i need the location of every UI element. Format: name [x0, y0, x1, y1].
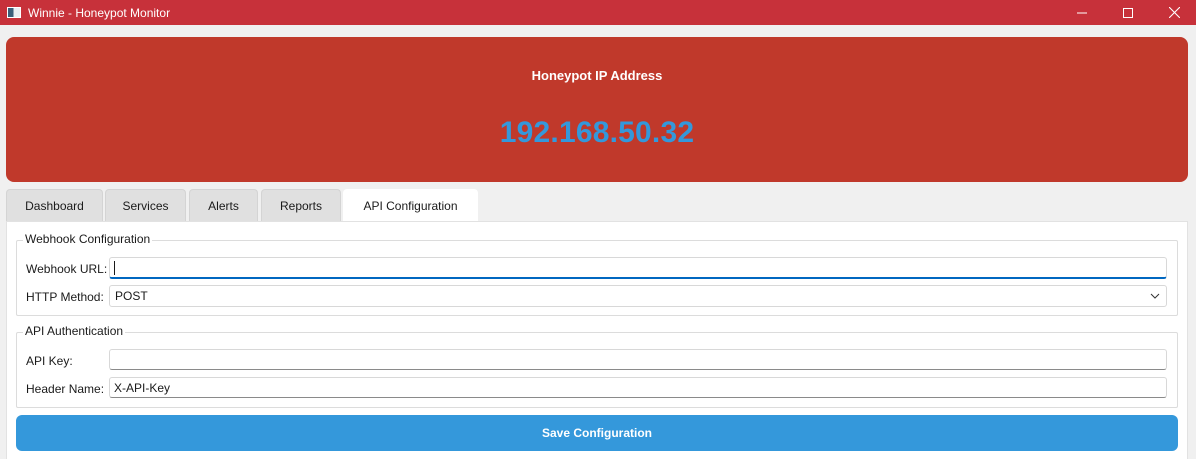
window-title: Winnie - Honeypot Monitor [28, 5, 171, 20]
tab-reports[interactable]: Reports [261, 189, 341, 221]
webhook-group-title: Webhook Configuration [23, 232, 153, 246]
maximize-icon [1123, 7, 1133, 18]
chevron-down-icon [1150, 293, 1160, 299]
maximize-button[interactable] [1105, 0, 1151, 25]
close-button[interactable] [1151, 0, 1196, 25]
tab-api-configuration[interactable]: API Configuration [343, 189, 478, 222]
api-key-input[interactable] [109, 349, 1167, 370]
http-method-label: HTTP Method: [26, 290, 104, 304]
ip-address: 192.168.50.32 [499, 116, 695, 149]
ip-banner: Honeypot IP Address 192.168.50.32 [6, 37, 1188, 182]
http-method-value: POST [115, 289, 148, 303]
save-configuration-button[interactable]: Save Configuration [16, 415, 1178, 451]
app-icon [7, 7, 21, 18]
tab-dashboard[interactable]: Dashboard [6, 189, 103, 221]
minimize-button[interactable] [1059, 0, 1105, 25]
http-method-select[interactable]: POST [109, 285, 1167, 307]
title-bar: Winnie - Honeypot Monitor [0, 0, 1196, 25]
api-key-label: API Key: [26, 354, 73, 368]
webhook-url-label: Webhook URL: [26, 262, 108, 276]
tab-services[interactable]: Services [105, 189, 186, 221]
auth-group-title: API Authentication [23, 324, 126, 338]
header-name-label: Header Name: [26, 382, 105, 396]
minimize-icon [1077, 12, 1087, 13]
tab-alerts[interactable]: Alerts [189, 189, 258, 221]
header-name-input[interactable] [109, 377, 1167, 398]
close-icon [1168, 7, 1180, 18]
ip-banner-label: Honeypot IP Address [531, 68, 663, 83]
webhook-url-input[interactable] [109, 257, 1167, 279]
text-caret [114, 261, 115, 275]
